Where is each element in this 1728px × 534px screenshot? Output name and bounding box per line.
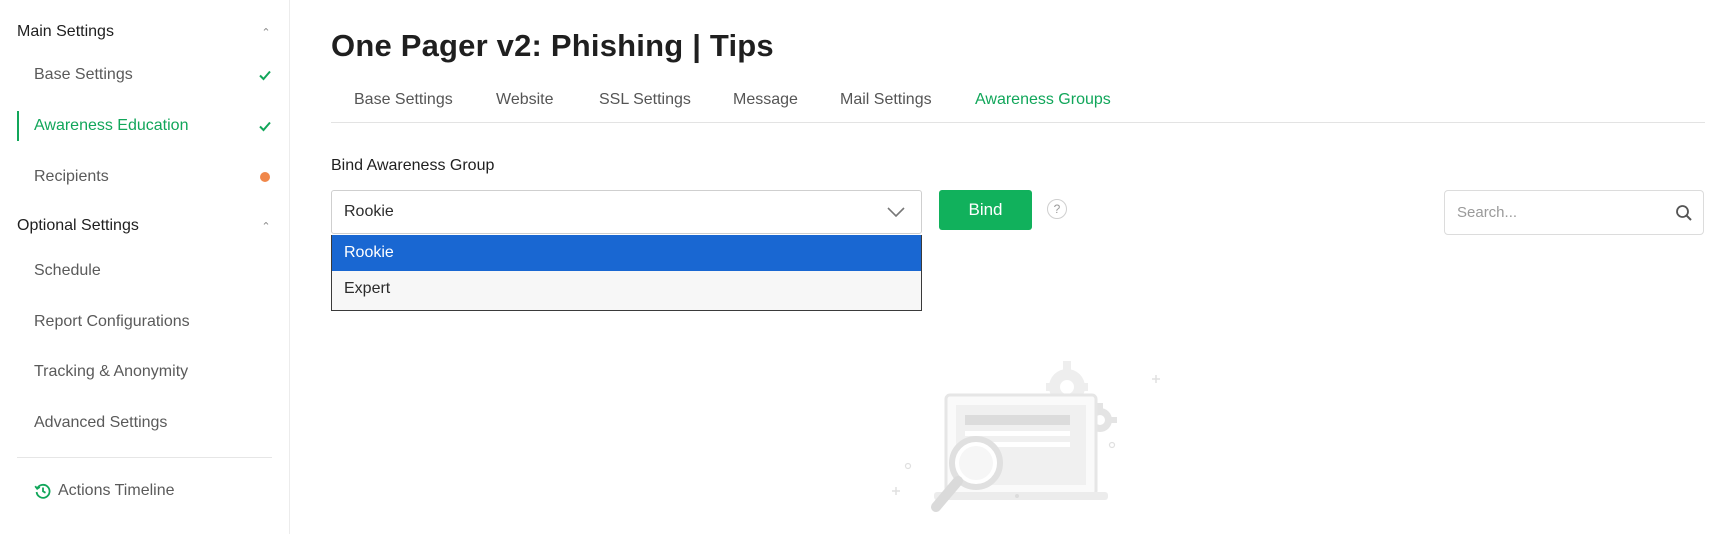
search-icon[interactable] xyxy=(1675,204,1693,222)
sidebar: Main Settings ⌃ Base Settings Awareness … xyxy=(0,0,290,534)
awareness-group-select[interactable]: Rookie xyxy=(331,190,922,234)
tab-message[interactable]: Message xyxy=(733,91,798,109)
sidebar-section-optional-settings[interactable]: Optional Settings ⌃ xyxy=(17,214,272,238)
awareness-group-options: Rookie Expert xyxy=(331,235,922,311)
history-icon xyxy=(34,483,51,499)
sidebar-section-label: Optional Settings xyxy=(17,217,139,234)
actions-timeline-link[interactable]: Actions Timeline xyxy=(34,479,175,503)
help-icon[interactable]: ? xyxy=(1047,199,1067,219)
tab-ssl-settings[interactable]: SSL Settings xyxy=(599,91,691,109)
tab-base-settings[interactable]: Base Settings xyxy=(354,91,453,109)
search-input[interactable] xyxy=(1455,203,1659,222)
sidebar-item-tracking-anonymity[interactable]: Tracking & Anonymity xyxy=(17,355,272,389)
tab-mail-settings[interactable]: Mail Settings xyxy=(840,91,932,109)
page-title: One Pager v2: Phishing | Tips xyxy=(331,28,774,63)
sidebar-section-main-settings[interactable]: Main Settings ⌃ xyxy=(17,20,272,44)
sidebar-item-label: Tracking & Anonymity xyxy=(34,363,189,380)
selected-value: Rookie xyxy=(344,203,394,220)
chevron-up-icon[interactable]: ⌃ xyxy=(260,26,272,39)
option-rookie[interactable]: Rookie xyxy=(332,235,921,271)
search-box[interactable] xyxy=(1444,190,1704,235)
sidebar-section-label: Main Settings xyxy=(17,23,114,40)
chevron-up-icon[interactable]: ⌃ xyxy=(260,220,272,233)
sidebar-item-label: Base Settings xyxy=(34,66,133,83)
empty-state-illustration xyxy=(892,361,1160,512)
sidebar-item-base-settings[interactable]: Base Settings xyxy=(17,58,272,92)
sidebar-item-label: Schedule xyxy=(34,262,101,279)
sidebar-item-schedule[interactable]: Schedule xyxy=(17,254,272,288)
tab-awareness-groups[interactable]: Awareness Groups xyxy=(975,91,1111,109)
sidebar-item-recipients[interactable]: Recipients xyxy=(17,160,272,194)
sidebar-item-label: Awareness Education xyxy=(34,117,189,134)
sidebar-item-label: Recipients xyxy=(34,168,109,185)
check-icon xyxy=(259,70,271,81)
chevron-down-icon[interactable] xyxy=(887,207,905,217)
bind-awareness-group-label: Bind Awareness Group xyxy=(331,157,495,174)
sidebar-item-label: Report Configurations xyxy=(34,313,190,330)
option-expert[interactable]: Expert xyxy=(332,271,921,307)
actions-timeline-label: Actions Timeline xyxy=(58,482,175,499)
tab-website[interactable]: Website xyxy=(496,91,554,109)
sidebar-item-report-configurations[interactable]: Report Configurations xyxy=(17,305,272,339)
sidebar-item-advanced-settings[interactable]: Advanced Settings xyxy=(17,406,272,440)
tab-bar: Base Settings Website SSL Settings Messa… xyxy=(331,82,1705,123)
bind-button[interactable]: Bind xyxy=(939,190,1032,230)
status-dot-icon xyxy=(260,172,270,182)
sidebar-divider xyxy=(17,457,272,458)
sidebar-item-label: Advanced Settings xyxy=(34,414,168,431)
sidebar-item-awareness-education[interactable]: Awareness Education xyxy=(17,109,272,143)
check-icon xyxy=(259,121,271,132)
